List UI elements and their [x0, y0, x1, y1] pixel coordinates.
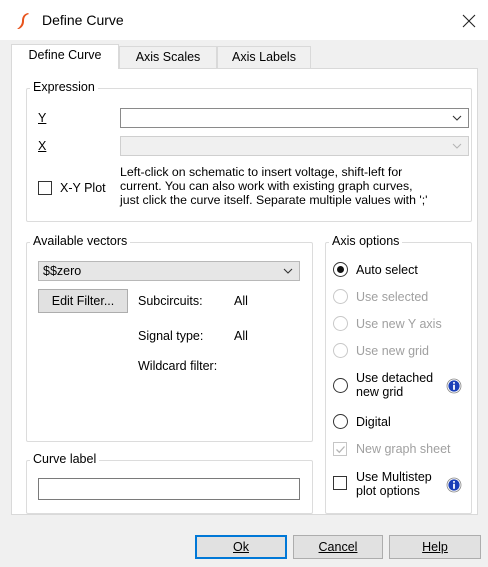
use-new-grid-radio[interactable]	[333, 343, 348, 358]
cancel-button[interactable]: Cancel	[293, 535, 383, 559]
use-new-y-axis-radio[interactable]	[333, 316, 348, 331]
use-detached-grid-radio[interactable]	[333, 378, 348, 393]
available-vectors-title: Available vectors	[30, 234, 131, 248]
wildcard-filter-label: Wildcard filter:	[138, 359, 218, 373]
curve-label-title: Curve label	[30, 452, 100, 466]
info-icon[interactable]	[446, 477, 462, 493]
tab-define-curve[interactable]: Define Curve	[11, 44, 119, 69]
window-title: Define Curve	[42, 12, 124, 28]
expression-help-line-1: Left-click on schematic to insert voltag…	[120, 165, 403, 179]
expression-group-title: Expression	[30, 80, 98, 94]
x-label: X	[38, 139, 47, 153]
use-detached-label-1[interactable]: Use detached	[356, 371, 433, 385]
checkmark-icon	[336, 446, 345, 454]
ok-button[interactable]: Ok	[195, 535, 287, 559]
signal-type-label: Signal type:	[138, 329, 204, 343]
use-detached-label-2[interactable]: new grid	[356, 385, 403, 399]
chevron-down-icon	[452, 143, 462, 149]
xy-plot-checkbox[interactable]	[38, 181, 52, 195]
expression-help-line-2: current. You can also work with existing…	[120, 179, 413, 193]
auto-select-radio[interactable]	[333, 262, 348, 277]
help-button[interactable]: Help	[389, 535, 481, 559]
new-graph-sheet-label[interactable]: New graph sheet	[356, 442, 451, 456]
title-bar: Define Curve	[0, 0, 488, 40]
tab-axis-labels[interactable]: Axis Labels	[217, 46, 311, 68]
xy-plot-label[interactable]: X-Y Plot	[60, 181, 106, 195]
x-expression-combo[interactable]	[120, 136, 469, 156]
use-selected-radio[interactable]	[333, 289, 348, 304]
edit-filter-button[interactable]: Edit Filter...	[38, 289, 128, 313]
app-logo-icon	[17, 13, 29, 29]
signal-type-value: All	[234, 329, 248, 343]
use-new-y-axis-label[interactable]: Use new Y axis	[356, 317, 442, 331]
vectors-combo[interactable]: $$zero	[38, 261, 300, 281]
expression-help-line-3: just click the curve itself. Separate mu…	[120, 193, 428, 207]
multistep-checkbox[interactable]	[333, 476, 347, 490]
new-graph-sheet-checkbox[interactable]	[333, 442, 347, 456]
chevron-down-icon	[283, 268, 293, 274]
tab-axis-scales[interactable]: Axis Scales	[119, 46, 217, 68]
axis-options-title: Axis options	[329, 234, 403, 248]
curve-label-input[interactable]	[38, 478, 300, 500]
digital-radio[interactable]	[333, 414, 348, 429]
digital-label[interactable]: Digital	[356, 415, 391, 429]
multistep-label-2[interactable]: plot options	[356, 484, 420, 498]
info-icon[interactable]	[446, 378, 462, 394]
y-label: Y	[38, 111, 47, 125]
multistep-label-1[interactable]: Use Multistep	[356, 470, 432, 484]
close-icon[interactable]	[456, 8, 482, 34]
use-new-grid-label[interactable]: Use new grid	[356, 344, 429, 358]
use-selected-label[interactable]: Use selected	[356, 290, 428, 304]
subcircuits-value: All	[234, 294, 248, 308]
subcircuits-label: Subcircuits:	[138, 294, 203, 308]
chevron-down-icon	[452, 115, 462, 121]
auto-select-label[interactable]: Auto select	[356, 263, 418, 277]
y-expression-combo[interactable]	[120, 108, 469, 128]
